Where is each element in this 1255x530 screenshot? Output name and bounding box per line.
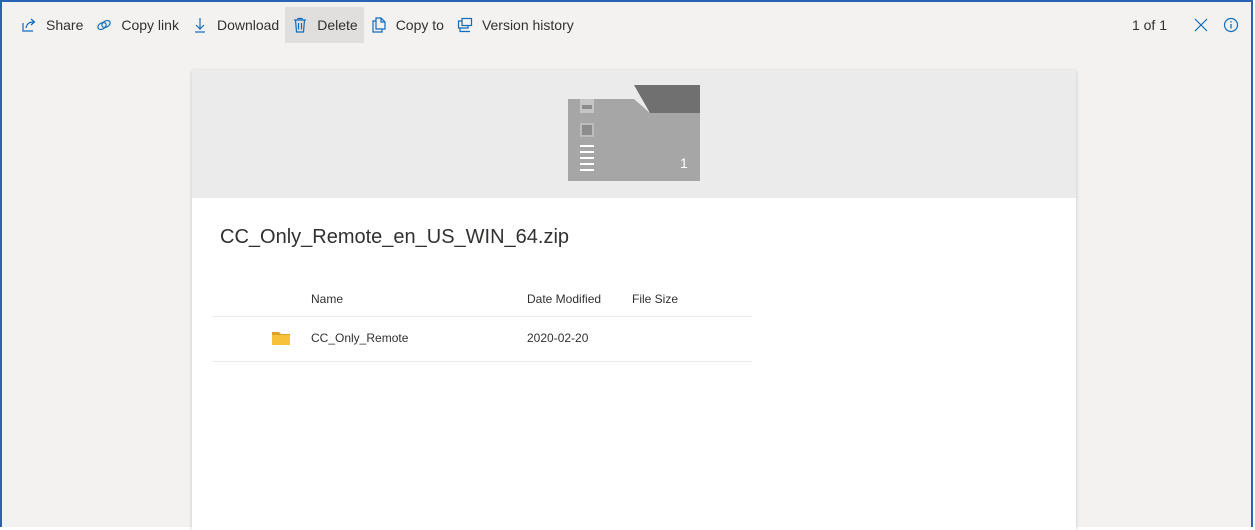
link-icon xyxy=(95,16,113,34)
row-name: CC_Only_Remote xyxy=(311,331,409,345)
download-icon xyxy=(191,16,209,34)
column-header-name[interactable]: Name xyxy=(311,292,343,306)
delete-button[interactable]: Delete xyxy=(285,7,364,43)
trash-icon xyxy=(291,16,309,34)
version-history-icon xyxy=(456,16,474,34)
close-icon[interactable] xyxy=(1189,13,1213,37)
download-button[interactable]: Download xyxy=(185,7,285,43)
column-header-file-size[interactable]: File Size xyxy=(632,292,678,306)
archive-file-name: CC_Only_Remote_en_US_WIN_64.zip xyxy=(220,226,570,248)
copy-to-button[interactable]: Copy to xyxy=(364,7,450,43)
folder-icon xyxy=(272,331,290,345)
copy-link-label: Copy link xyxy=(121,17,179,33)
command-bar: Share Copy link Download Delete Copy to … xyxy=(2,2,1251,48)
share-label: Share xyxy=(46,17,84,33)
delete-label: Delete xyxy=(317,17,358,33)
page-counter: 1 of 1 xyxy=(1131,17,1167,33)
copy-icon xyxy=(370,16,388,34)
viewer-controls: 1 of 1 xyxy=(1132,2,1243,48)
viewer-window: Share Copy link Download Delete Copy to … xyxy=(0,0,1253,530)
share-icon xyxy=(20,16,38,34)
zip-archive-icon: 1 xyxy=(568,85,700,186)
preview-banner: 1 xyxy=(192,70,1076,198)
share-button[interactable]: Share xyxy=(14,7,89,43)
table-row[interactable]: CC_Only_Remote 2020-02-20 xyxy=(212,317,752,362)
copy-to-label: Copy to xyxy=(395,17,444,33)
column-header-date-modified[interactable]: Date Modified xyxy=(527,292,601,306)
info-icon[interactable] xyxy=(1219,13,1243,37)
copy-link-button[interactable]: Copy link xyxy=(89,7,185,43)
version-history-button[interactable]: Version history xyxy=(450,7,580,43)
download-label: Download xyxy=(216,17,280,33)
zip-item-count: 1 xyxy=(680,155,688,171)
table-header: Name Date Modified File Size xyxy=(212,288,752,317)
row-date-modified: 2020-02-20 xyxy=(527,331,589,345)
version-history-label: Version history xyxy=(481,17,574,33)
archive-contents-table: Name Date Modified File Size CC_Only_Rem… xyxy=(212,288,752,362)
preview-card: 1 CC_Only_Remote_en_US_WIN_64.zip Name D… xyxy=(192,70,1076,530)
